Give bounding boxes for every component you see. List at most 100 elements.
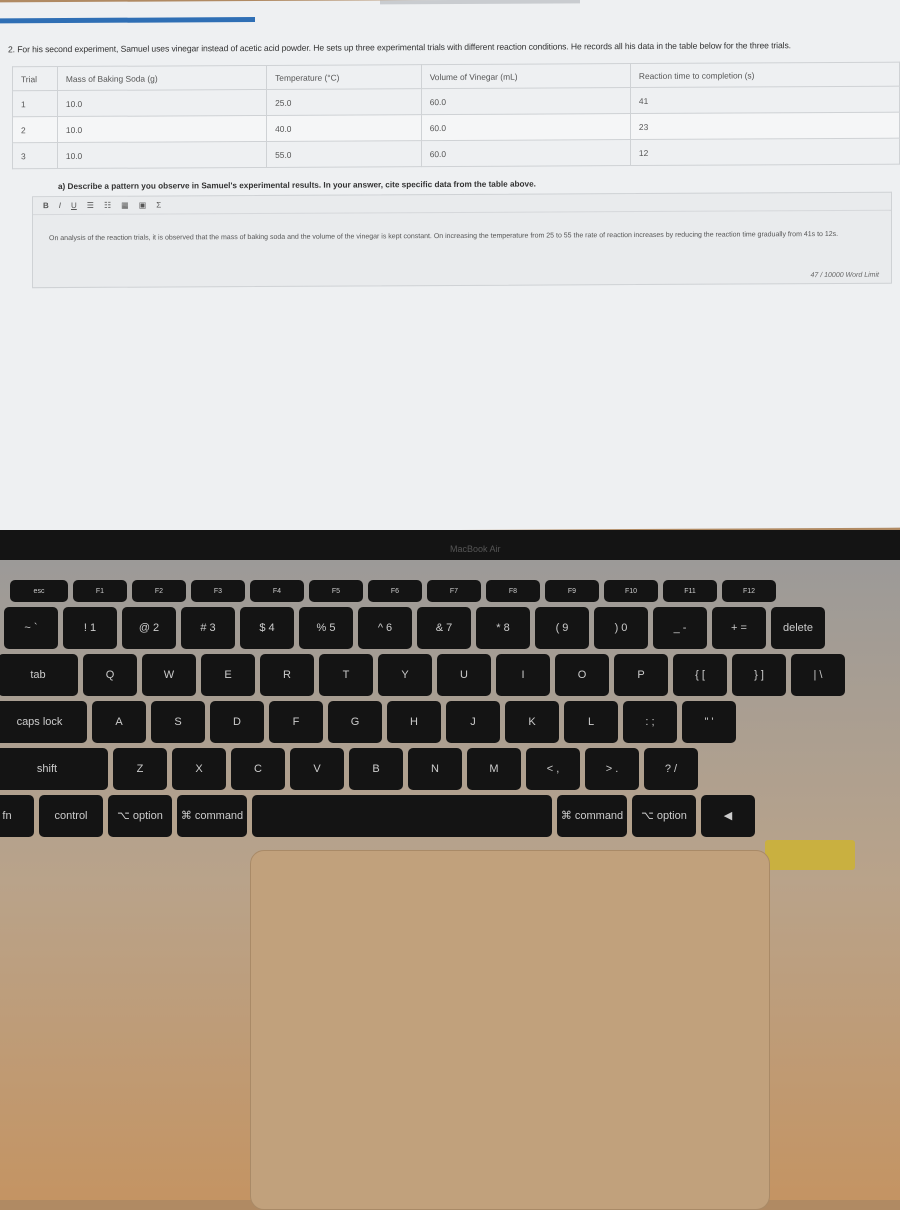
key[interactable]: fn xyxy=(0,795,34,837)
key[interactable]: shift xyxy=(0,748,108,790)
key[interactable]: R xyxy=(260,654,314,696)
key[interactable]: F3 xyxy=(191,580,245,602)
key[interactable]: | \ xyxy=(791,654,845,696)
key[interactable]: $ 4 xyxy=(240,607,294,649)
table-icon[interactable]: ▦ xyxy=(121,201,129,210)
key[interactable]: L xyxy=(564,701,618,743)
key[interactable]: @ 2 xyxy=(122,607,176,649)
keyboard-row: tab Q W E R T Y U I O P{ [} ] | \ xyxy=(0,654,900,696)
table-cell: 55.0 xyxy=(266,140,422,168)
key[interactable]: ⌥ option xyxy=(632,795,696,837)
key[interactable]: & 7 xyxy=(417,607,471,649)
key[interactable]: tab xyxy=(0,654,78,696)
key[interactable]: ⌘ command xyxy=(177,795,247,837)
key[interactable]: Q xyxy=(83,654,137,696)
key[interactable]: A xyxy=(92,701,146,743)
key[interactable]: > . xyxy=(585,748,639,790)
key[interactable]: ( 9 xyxy=(535,607,589,649)
table-cell: 60.0 xyxy=(421,139,631,167)
key[interactable]: caps lock xyxy=(0,701,87,743)
key[interactable]: V xyxy=(290,748,344,790)
key[interactable]: J xyxy=(446,701,500,743)
key[interactable]: F2 xyxy=(132,580,186,602)
key[interactable] xyxy=(252,795,552,837)
key[interactable]: ! 1 xyxy=(63,607,117,649)
key[interactable]: Z xyxy=(113,748,167,790)
key[interactable]: K xyxy=(505,701,559,743)
key[interactable]: + = xyxy=(712,607,766,649)
key[interactable]: F4 xyxy=(250,580,304,602)
key[interactable]: ? / xyxy=(644,748,698,790)
key[interactable]: ~ ` xyxy=(4,607,58,649)
key[interactable]: Y xyxy=(378,654,432,696)
numbered-list-icon[interactable]: ☷ xyxy=(104,201,111,210)
key[interactable]: ^ 6 xyxy=(358,607,412,649)
formula-icon[interactable]: Σ xyxy=(156,201,161,210)
screen: 2. For his second experiment, Samuel use… xyxy=(0,0,900,533)
key[interactable]: F1 xyxy=(73,580,127,602)
key[interactable]: F8 xyxy=(486,580,540,602)
key[interactable]: F7 xyxy=(427,580,481,602)
key[interactable]: ⌥ option xyxy=(108,795,172,837)
key[interactable]: B xyxy=(349,748,403,790)
key[interactable]: P xyxy=(614,654,668,696)
tab-strip xyxy=(380,0,580,5)
key[interactable]: ) 0 xyxy=(594,607,648,649)
italic-button[interactable]: I xyxy=(59,201,61,210)
table-cell: 10.0 xyxy=(57,89,267,117)
key[interactable]: H xyxy=(387,701,441,743)
key[interactable]: F5 xyxy=(309,580,363,602)
trackpad[interactable] xyxy=(250,850,770,1210)
key[interactable]: < , xyxy=(526,748,580,790)
key[interactable]: } ] xyxy=(732,654,786,696)
keyboard-row: esc F1 F2 F3 F4 F5 F6 F7 F8 F9 F10 F11 F12 xyxy=(10,580,900,602)
underline-button[interactable]: U xyxy=(71,201,77,210)
key[interactable]: control xyxy=(39,795,103,837)
bold-button[interactable]: B xyxy=(43,201,49,210)
key[interactable]: F12 xyxy=(722,580,776,602)
key[interactable]: " ' xyxy=(682,701,736,743)
key[interactable]: O xyxy=(555,654,609,696)
word-count: 47 / 10000 Word Limit xyxy=(810,271,879,280)
key[interactable]: F11 xyxy=(663,580,717,602)
key[interactable]: F xyxy=(269,701,323,743)
table-cell: 40.0 xyxy=(266,114,422,142)
answer-text[interactable]: On analysis of the reaction trials, it i… xyxy=(33,211,853,244)
key[interactable]: S xyxy=(151,701,205,743)
key[interactable]: * 8 xyxy=(476,607,530,649)
key[interactable]: F10 xyxy=(604,580,658,602)
key[interactable]: F6 xyxy=(368,580,422,602)
key[interactable]: C xyxy=(231,748,285,790)
key[interactable]: G xyxy=(328,701,382,743)
image-icon[interactable]: ▣ xyxy=(139,201,147,210)
key[interactable]: I xyxy=(496,654,550,696)
table-cell: 25.0 xyxy=(266,88,422,116)
key[interactable]: D xyxy=(210,701,264,743)
key[interactable]: N xyxy=(408,748,462,790)
key[interactable]: _ - xyxy=(653,607,707,649)
key[interactable]: U xyxy=(437,654,491,696)
key[interactable]: : ; xyxy=(623,701,677,743)
key[interactable]: { [ xyxy=(673,654,727,696)
progress-bar xyxy=(0,17,255,24)
data-table: Trial Mass of Baking Soda (g) Temperature … xyxy=(12,62,900,170)
table-cell: 60.0 xyxy=(421,87,631,115)
key[interactable]: E xyxy=(201,654,255,696)
key[interactable]: W xyxy=(142,654,196,696)
key[interactable]: F9 xyxy=(545,580,599,602)
key[interactable]: T xyxy=(319,654,373,696)
key[interactable]: ◀ xyxy=(701,795,755,837)
bullet-list-icon[interactable]: ☰ xyxy=(87,201,94,210)
column-header: Mass of Baking Soda (g) xyxy=(57,65,267,91)
key[interactable]: # 3 xyxy=(181,607,235,649)
answer-editor[interactable]: B I U ☰ ☷ ▦ ▣ Σ On analysis of the react… xyxy=(32,191,892,289)
key[interactable]: delete xyxy=(771,607,825,649)
key[interactable]: ⌘ command xyxy=(557,795,627,837)
key[interactable]: % 5 xyxy=(299,607,353,649)
table-cell: 10.0 xyxy=(57,141,267,169)
keyboard-row: caps lock A S D F G H J K L: ; " ' xyxy=(0,701,900,743)
key[interactable]: esc xyxy=(10,580,68,602)
key[interactable]: X xyxy=(172,748,226,790)
column-header: Volume of Vinegar (mL) xyxy=(421,63,631,89)
key[interactable]: M xyxy=(467,748,521,790)
